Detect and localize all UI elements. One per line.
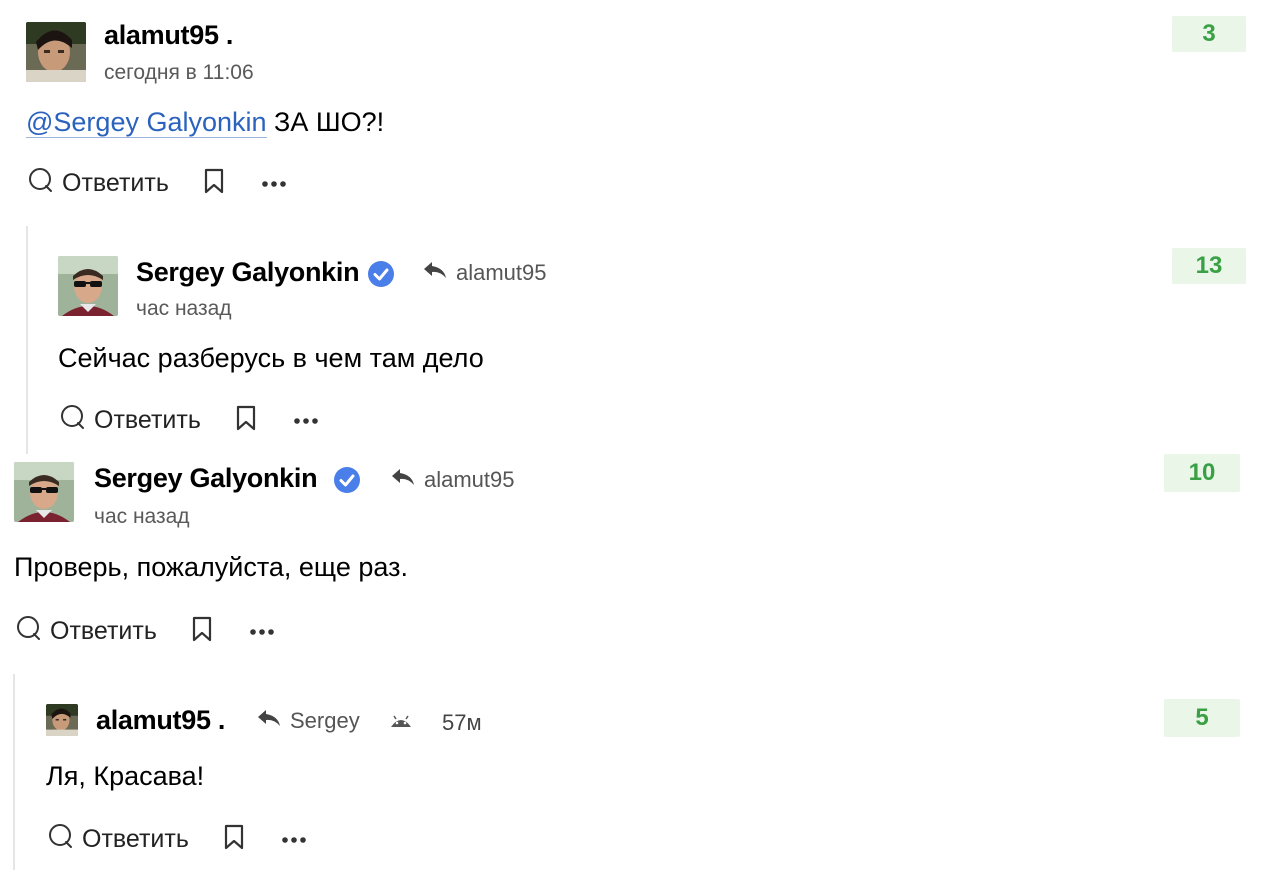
comment-text: Сейчас разберусь в чем там дело	[58, 343, 484, 373]
reply-to-user: alamut95	[424, 467, 515, 492]
author-name[interactable]: alamut95 .	[96, 705, 225, 736]
avatar[interactable]	[26, 22, 86, 82]
reply-arrow-icon	[256, 708, 282, 734]
comment-actions: Ответить	[28, 167, 287, 200]
timestamp[interactable]: час назад	[94, 505, 190, 529]
more-dots-icon[interactable]	[293, 412, 319, 430]
vote-score[interactable]: 3	[1172, 16, 1246, 52]
speech-bubble-icon	[60, 404, 86, 437]
reply-arrow-icon	[390, 467, 416, 493]
bookmark-icon[interactable]	[235, 405, 257, 436]
reply-label: Ответить	[50, 617, 157, 645]
score-value: 3	[1202, 20, 1216, 47]
reply-to-user: alamut95	[456, 260, 547, 285]
timestamp[interactable]: час назад	[136, 297, 232, 321]
reply-button[interactable]: Ответить	[28, 167, 169, 200]
comment-actions: Ответить	[16, 615, 275, 648]
more-dots-icon[interactable]	[281, 831, 307, 849]
score-value: 5	[1195, 704, 1209, 731]
comment-actions: Ответить	[48, 823, 307, 856]
score-value: 13	[1195, 252, 1223, 279]
speech-bubble-icon	[48, 823, 74, 856]
comment: alamut95 . Sergey 57м 5 Ля, Красава! Отв…	[0, 690, 1280, 870]
reply-to-user: Sergey	[290, 708, 360, 733]
comment: Sergey Galyonkin alamut95 час назад 13 С…	[0, 240, 1280, 450]
comment-text: Ля, Красава!	[46, 761, 205, 791]
author-name[interactable]: Sergey Galyonkin	[94, 463, 318, 494]
author-name[interactable]: alamut95 .	[104, 20, 233, 51]
comment: alamut95 . сегодня в 11:06 3 @Sergey Gal…	[0, 0, 1280, 220]
timestamp[interactable]: сегодня в 11:06	[104, 61, 254, 85]
reply-to[interactable]: alamut95	[390, 467, 515, 493]
reply-arrow-icon	[422, 260, 448, 286]
comment-text: @Sergey Galyonkin ЗА ШО?!	[26, 107, 384, 138]
author-name[interactable]: Sergey Galyonkin	[136, 257, 360, 288]
android-icon	[390, 714, 412, 733]
avatar[interactable]	[14, 462, 74, 522]
speech-bubble-icon	[28, 167, 54, 200]
speech-bubble-icon	[16, 615, 42, 648]
verified-badge-icon	[333, 466, 361, 499]
reply-button[interactable]: Ответить	[48, 823, 189, 856]
comment-text-content: ЗА ШО?!	[266, 107, 385, 137]
avatar[interactable]	[46, 704, 78, 736]
reply-label: Ответить	[62, 169, 169, 197]
avatar[interactable]	[58, 256, 118, 316]
comment-actions: Ответить	[60, 404, 319, 437]
verified-badge-icon	[367, 260, 395, 293]
user-mention-link[interactable]: @Sergey Galyonkin	[26, 107, 267, 138]
bookmark-icon[interactable]	[191, 616, 213, 647]
more-dots-icon[interactable]	[261, 175, 287, 193]
score-value: 10	[1188, 459, 1216, 486]
vote-score[interactable]: 10	[1164, 454, 1240, 492]
reply-button[interactable]: Ответить	[16, 615, 157, 648]
reply-to[interactable]: alamut95	[422, 260, 547, 286]
bookmark-icon[interactable]	[203, 168, 225, 199]
reply-to[interactable]: Sergey	[256, 708, 360, 734]
more-dots-icon[interactable]	[249, 623, 275, 641]
vote-score[interactable]: 5	[1164, 699, 1240, 737]
vote-score[interactable]: 13	[1172, 248, 1246, 284]
reply-label: Ответить	[82, 825, 189, 853]
reply-button[interactable]: Ответить	[60, 404, 201, 437]
comment: Sergey Galyonkin alamut95 час назад 10 П…	[0, 450, 1280, 660]
comment-text: Проверь, пожалуйста, еще раз.	[14, 552, 408, 582]
timestamp[interactable]: 57м	[442, 710, 482, 736]
bookmark-icon[interactable]	[223, 824, 245, 855]
reply-label: Ответить	[94, 406, 201, 434]
